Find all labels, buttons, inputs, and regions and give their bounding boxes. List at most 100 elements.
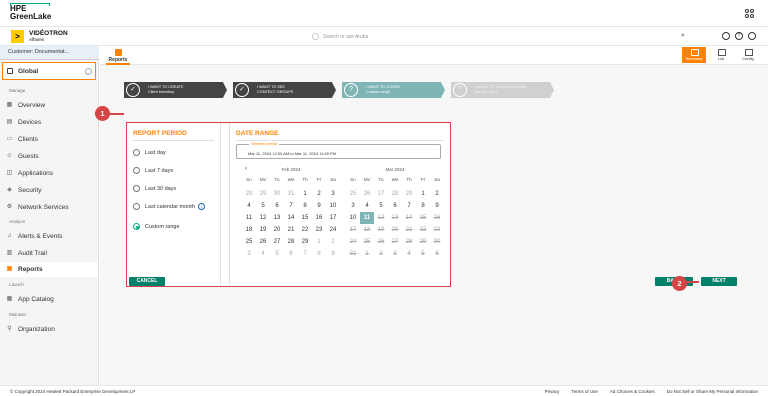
calendar-day[interactable]: 1 [416, 188, 430, 200]
radio-last-day[interactable]: Last day [133, 149, 166, 156]
calendar-day[interactable]: 22 [298, 224, 312, 236]
bell-icon[interactable] [722, 32, 730, 40]
calendar-day[interactable]: 7 [284, 200, 298, 212]
calendar-day[interactable]: 23 [312, 224, 326, 236]
terms-link[interactable]: Terms of Use [571, 389, 598, 394]
radio-custom-range[interactable]: Custom range [133, 223, 180, 230]
calendar-day[interactable]: 4 [360, 200, 374, 212]
calendar-day[interactable]: 1 [360, 248, 374, 260]
calendar-day[interactable]: 18 [360, 224, 374, 236]
sidebar-item-network-services[interactable]: ⚙ Network Services [0, 200, 98, 215]
calendar-day[interactable]: 3 [326, 188, 340, 200]
calendar-day[interactable]: 29 [402, 188, 416, 200]
tab-reports[interactable]: Reports [106, 48, 130, 65]
calendar-day[interactable]: 8 [416, 200, 430, 212]
calendar-day[interactable]: 29 [416, 236, 430, 248]
calendar-day[interactable]: 5 [374, 200, 388, 212]
calendar-day[interactable]: 26 [256, 236, 270, 248]
calendar-day[interactable]: 6 [270, 200, 284, 212]
help-icon[interactable]: ? [735, 32, 743, 40]
step-create[interactable]: ✓ I WANT TO CREATE Client inventory [124, 82, 227, 98]
calendar-day[interactable]: 11 [360, 212, 374, 224]
calendar-day[interactable]: 14 [402, 212, 416, 224]
calendar-day[interactable]: 27 [374, 188, 388, 200]
calendar-day[interactable]: 3 [388, 248, 402, 260]
calendar-day[interactable]: 28 [284, 236, 298, 248]
calendar-day[interactable]: 25 [360, 236, 374, 248]
radio-last-7-days[interactable]: Last 7 days [133, 167, 173, 174]
calendar-day[interactable]: 9 [312, 200, 326, 212]
calendar-day[interactable]: 6 [430, 248, 444, 260]
calendar-day[interactable]: 2 [430, 188, 444, 200]
calendar-day[interactable]: 10 [346, 212, 360, 224]
videotron-logo[interactable]: > VIDÉOTRON Affaires [11, 30, 68, 43]
calendar-day[interactable]: 29 [256, 188, 270, 200]
user-icon[interactable] [748, 32, 756, 40]
calendar-day[interactable]: 26 [374, 236, 388, 248]
calendar-day[interactable]: 21 [284, 224, 298, 236]
calendar-day[interactable]: 8 [312, 248, 326, 260]
calendar-day[interactable]: 10 [326, 200, 340, 212]
calendar-day[interactable]: 19 [374, 224, 388, 236]
next-button[interactable]: NEXT [701, 277, 737, 286]
calendar-day[interactable]: 15 [298, 212, 312, 224]
calendar-day[interactable]: 30 [430, 236, 444, 248]
summary-button[interactable]: Summary [682, 47, 706, 63]
calendar-day[interactable]: 25 [346, 188, 360, 200]
calendar-day[interactable]: 31 [284, 188, 298, 200]
radio-last-calendar-month[interactable]: Last calendar month i [133, 203, 205, 210]
calendar-day[interactable]: 4 [256, 248, 270, 260]
calendar-day[interactable]: 25 [242, 236, 256, 248]
sidebar-item-overview[interactable]: ▦ Overview [0, 98, 98, 113]
calendar-day[interactable]: 16 [312, 212, 326, 224]
calendar-day[interactable]: 1 [312, 236, 326, 248]
sidebar-item-alerts[interactable]: ♫ Alerts & Events [0, 229, 98, 244]
calendar-day[interactable]: 9 [430, 200, 444, 212]
calendar-day[interactable]: 28 [402, 236, 416, 248]
sidebar-item-applications[interactable]: ◫ Applications [0, 166, 98, 181]
calendar-day[interactable]: 7 [298, 248, 312, 260]
cancel-button[interactable]: CANCEL [129, 277, 165, 286]
sidebar-item-app-catalog[interactable]: ▦ App Catalog [0, 292, 98, 307]
calendar-day[interactable]: 18 [242, 224, 256, 236]
calendar-day[interactable]: 2 [374, 248, 388, 260]
app-grid-icon[interactable] [745, 9, 754, 18]
calendar-day[interactable]: 15 [416, 212, 430, 224]
calendar-day[interactable]: 17 [326, 212, 340, 224]
calendar-day[interactable]: 27 [388, 236, 402, 248]
calendar-day[interactable]: 2 [312, 188, 326, 200]
calendar-day[interactable]: 13 [388, 212, 402, 224]
radio-last-30-days[interactable]: Last 30 days [133, 185, 176, 192]
sidebar-item-clients[interactable]: ▭ Clients [0, 132, 98, 147]
selected-period-field[interactable]: Selected period Mar 11, 2024 12:00 AM to… [236, 142, 441, 159]
do-not-sell-link[interactable]: Do Not Sell or Share My Personal Informa… [667, 389, 758, 394]
calendar-day[interactable]: 4 [242, 200, 256, 212]
calendar-day[interactable]: 30 [270, 188, 284, 200]
calendar-day[interactable]: 5 [256, 200, 270, 212]
calendar-day[interactable]: 28 [388, 188, 402, 200]
calendar-day[interactable]: 12 [374, 212, 388, 224]
calendar-day[interactable]: 24 [326, 224, 340, 236]
config-button[interactable]: Config [736, 47, 760, 63]
step-cover[interactable]: ? I WANT TO COVER Custom range [342, 82, 445, 98]
privacy-link[interactable]: Privacy [545, 389, 560, 394]
calendar-day[interactable]: 7 [402, 200, 416, 212]
calendar-day[interactable]: 28 [242, 188, 256, 200]
step-schedule[interactable]: ? I WANT TO SCHEDULE NOW Mar 11, 2024 [451, 82, 554, 98]
list-button[interactable]: List [709, 47, 733, 63]
calendar-day[interactable]: 27 [270, 236, 284, 248]
sidebar-item-guests[interactable]: ☺ Guests [0, 149, 98, 164]
calendar-day[interactable]: 17 [346, 224, 360, 236]
sidebar-item-security[interactable]: ◈ Security [0, 183, 98, 198]
calendar-day[interactable]: 5 [416, 248, 430, 260]
sidebar-item-devices[interactable]: ▤ Devices [0, 115, 98, 130]
calendar-day[interactable]: 11 [242, 212, 256, 224]
search-input[interactable]: Search or ask Aruba [312, 31, 692, 42]
scope-selector[interactable]: Global [2, 62, 96, 80]
calendar-day[interactable]: 3 [346, 200, 360, 212]
sidebar-item-organization[interactable]: ⚲ Organization [0, 322, 98, 337]
calendar-day[interactable]: 13 [270, 212, 284, 224]
search-submit-icon[interactable]: ⌕ [681, 32, 689, 40]
calendar-day[interactable]: 12 [256, 212, 270, 224]
calendar-day[interactable]: 21 [402, 224, 416, 236]
